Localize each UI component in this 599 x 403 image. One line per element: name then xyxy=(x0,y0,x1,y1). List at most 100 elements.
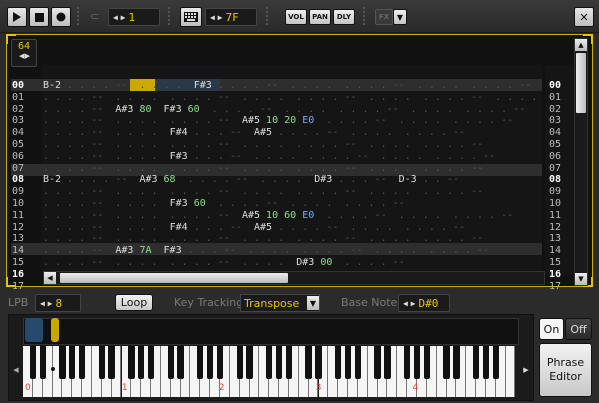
line-number: 04 xyxy=(549,127,562,139)
pattern-line[interactable]: B-2 . . . . -- A#3 68 . . . . -- . . . .… xyxy=(43,174,459,186)
pattern-line[interactable]: . . . . -- . . . . . . . . -- . . . . D#… xyxy=(43,257,405,269)
piano-black-key[interactable] xyxy=(98,346,105,379)
piano-black-key[interactable] xyxy=(177,346,184,379)
piano-black-key[interactable] xyxy=(78,346,86,379)
piano-black-key[interactable] xyxy=(354,346,362,379)
piano-black-key[interactable] xyxy=(167,346,174,379)
line-number: 05 xyxy=(12,139,25,150)
vertical-scroll-thumb[interactable] xyxy=(576,53,586,113)
keyboard-velocity-value: 7F xyxy=(225,10,239,24)
keyboard-scroll-left-icon[interactable]: ◀ xyxy=(9,343,23,397)
octave-label: 0 xyxy=(25,383,31,393)
piano-black-key[interactable] xyxy=(246,346,253,379)
piano-black-key[interactable] xyxy=(108,346,115,379)
pattern-line[interactable]: . . . . -- . . . . . . . . -- A#5 10 60 … xyxy=(43,210,513,222)
piano-black-key[interactable] xyxy=(403,346,411,379)
fx-column-button[interactable]: FX xyxy=(375,9,393,25)
close-button[interactable]: ✕ xyxy=(574,7,594,27)
key-tracking-select[interactable]: Transpose ▼ xyxy=(240,294,320,312)
delay-column-button[interactable]: DLY xyxy=(333,9,355,25)
piano-black-key[interactable] xyxy=(216,346,224,379)
piano-black-key[interactable] xyxy=(384,346,391,379)
lpb-value-box[interactable]: ◀ ▶ 8 xyxy=(35,294,81,312)
off-button[interactable]: Off xyxy=(565,318,592,340)
value-arrows-icon[interactable]: ◀ ▶ xyxy=(12,52,36,60)
piano-black-key[interactable] xyxy=(344,346,352,379)
vertical-scrollbar[interactable]: ▲ ▼ xyxy=(574,38,588,286)
fx-dropdown-button[interactable]: ▼ xyxy=(393,9,407,25)
phrase-length-box[interactable]: 64 ◀ ▶ xyxy=(11,39,37,67)
piano-black-key[interactable] xyxy=(197,346,204,379)
play-button[interactable] xyxy=(7,7,27,27)
piano-black-key[interactable] xyxy=(266,346,273,379)
vol-column-button[interactable]: VOL xyxy=(285,9,307,25)
stop-button[interactable] xyxy=(29,7,49,27)
piano-black-key[interactable] xyxy=(443,346,450,379)
piano-black-key[interactable] xyxy=(69,346,76,379)
piano-black-key[interactable] xyxy=(138,346,145,379)
piano-white-key[interactable] xyxy=(505,346,516,397)
phrase-editor-button[interactable]: Phrase Editor xyxy=(539,343,592,397)
pattern-line[interactable]: . . . . -- . . . . . . . . -- . . . . . … xyxy=(43,233,483,245)
base-note-box[interactable]: ◀ ▶ D#0 xyxy=(398,294,450,312)
pattern-line[interactable]: . . . . -- A#3 7A F#3 . . . -- . . . . .… xyxy=(43,245,489,257)
piano-black-key[interactable] xyxy=(374,346,381,379)
pattern-line[interactable]: B-2 . . . . -- . . . . F#3 . . . -- . . … xyxy=(43,269,519,270)
pattern-line[interactable]: . . . . -- . . . . . . . . -- A#5 10 20 … xyxy=(43,115,513,127)
scroll-down-icon[interactable]: ▼ xyxy=(575,273,587,285)
pattern-line[interactable]: . . . . -- . . . . . . . . -- . . . . . … xyxy=(43,186,483,198)
value-arrows-icon[interactable]: ◀ ▶ xyxy=(399,299,418,308)
loop-button[interactable]: Loop xyxy=(115,294,153,311)
pattern-line[interactable]: . . . . -- . . . . . . . . -- . . . . . … xyxy=(43,139,483,151)
piano-black-key[interactable] xyxy=(147,346,155,379)
keyboard-scroll-right-icon[interactable]: ▶ xyxy=(519,343,533,397)
piano-black-key[interactable] xyxy=(472,346,480,379)
scroll-left-icon[interactable]: ◀ xyxy=(44,272,56,284)
keyboard-velocity-box[interactable]: ◀ ▶ 7F xyxy=(205,8,257,26)
horizontal-scrollbar[interactable]: ◀ xyxy=(43,271,545,285)
scroll-up-icon[interactable]: ▲ xyxy=(575,39,587,51)
line-number: 14 xyxy=(549,245,562,257)
on-button[interactable]: On xyxy=(539,318,564,340)
piano-black-key[interactable] xyxy=(59,346,66,379)
piano-black-key[interactable] xyxy=(285,346,293,379)
piano-black-key[interactable] xyxy=(492,346,499,379)
piano-black-key[interactable] xyxy=(206,346,214,379)
pattern-line[interactable]: . . . . -- . . . . F#4 . . . -- A#5 . . … xyxy=(43,127,465,139)
pattern-line[interactable]: . . . . -- . . . . F#3 60 . . . . -- . .… xyxy=(43,198,405,210)
pan-column-button[interactable]: PAN xyxy=(309,9,331,25)
octave-label: 4 xyxy=(412,383,419,393)
record-button[interactable] xyxy=(51,7,71,27)
pattern-rows[interactable]: B-2 . . . . -- . . . . F#3 . . . . -- . … xyxy=(43,80,543,270)
piano-black-key[interactable] xyxy=(275,346,283,379)
piano-black-key[interactable] xyxy=(39,346,46,379)
line-number: 01 xyxy=(549,91,562,103)
value-arrows-icon[interactable]: ◀ ▶ xyxy=(206,13,225,22)
piano-black-key[interactable] xyxy=(305,346,312,379)
value-arrows-icon[interactable]: ◀ ▶ xyxy=(36,299,55,308)
piano-keys[interactable]: 0 1 2 3 4 xyxy=(23,315,519,400)
pattern-line[interactable]: . . . . -- A#3 80 F#3 60 . . . . -- . . … xyxy=(43,104,525,116)
keyzone-keyboard[interactable]: ◀ ▶ 0 1 2 3 4 xyxy=(8,314,534,401)
piano-black-key[interactable] xyxy=(335,346,342,379)
keyboard-button[interactable] xyxy=(180,7,202,27)
pattern-line[interactable]: . . . . -- . . . . . . . . -- . . . . . … xyxy=(43,163,483,175)
pattern-line[interactable]: . . . . -- . . . . . . . . -- . . . . . … xyxy=(43,92,543,104)
phrase-pattern-editor[interactable]: 64 ◀ ▶ 00 01 02 03 04 05 06 07 08 09 10 11 12 13 14 15 1… xyxy=(6,34,593,292)
chevron-down-icon[interactable]: ▼ xyxy=(307,296,319,310)
horizontal-scroll-thumb[interactable] xyxy=(60,273,288,283)
pattern-line[interactable]: B-2 . . . . -- . . . . F#3 . . . . -- . … xyxy=(43,80,543,92)
line-number: 11 xyxy=(12,209,25,221)
piano-black-key[interactable] xyxy=(315,346,322,379)
value-arrows-icon[interactable]: ◀ ▶ xyxy=(109,13,128,22)
piano-black-key[interactable] xyxy=(236,346,243,379)
piano-black-key[interactable] xyxy=(482,346,490,379)
piano-black-key[interactable] xyxy=(413,346,421,379)
piano-black-key[interactable] xyxy=(453,346,460,379)
piano-black-key[interactable] xyxy=(423,346,431,379)
pattern-line[interactable]: . . . . -- . . . . F#4 . . . -- A#5 . . … xyxy=(43,222,465,234)
piano-black-key[interactable] xyxy=(29,346,37,379)
piano-black-key[interactable] xyxy=(128,346,135,379)
track-value-box[interactable]: ◀ ▶ 1 xyxy=(108,8,160,26)
pattern-line[interactable]: . . . . -- . . . . F#3 . . . -- . . . . … xyxy=(43,151,495,163)
